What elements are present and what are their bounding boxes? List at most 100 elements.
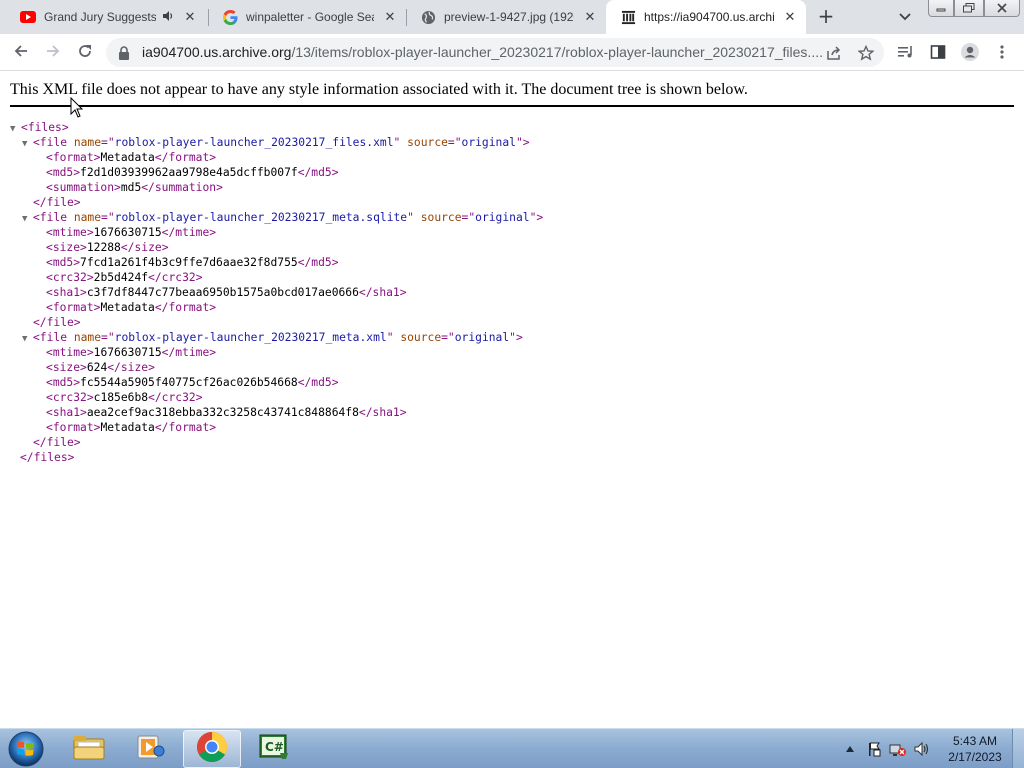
xml-tag: < [46,166,53,179]
close-tab-icon[interactable]: ✕ [782,9,798,25]
xml-tag-name: sha1 [372,406,400,419]
reload-icon [77,43,93,63]
taskbar-file-explorer[interactable] [60,730,118,768]
xml-style-notice: This XML file does not appear to have an… [10,81,1014,107]
xml-tag: > [209,346,217,359]
close-tab-icon[interactable]: ✕ [182,9,198,25]
xml-tag: =" [101,211,115,224]
xml-tag: > [80,286,87,299]
xml-tag: =" [447,136,462,149]
xml-tag: > [80,406,87,419]
xml-attr-value-source: original [475,211,530,224]
xml-attr-name: source [407,136,448,149]
tab-search-icon[interactable] [896,7,914,25]
volume-icon[interactable] [912,739,932,759]
xml-file-element[interactable]: ▼ <file name="roblox-player-launcher_2023… [10,135,543,150]
xml-file-close: </file> [10,195,543,210]
back-button[interactable] [8,40,34,66]
action-center-flag-icon[interactable] [864,739,884,759]
speaker-icon[interactable] [162,10,174,25]
xml-tag: <file [33,136,74,149]
xml-tag: =" [101,331,115,344]
xml-tag: > [331,166,339,179]
chrome-icon [196,731,228,767]
xml-tag-name: mtime [175,226,210,239]
xml-tag: =" [441,331,455,344]
start-button[interactable] [6,730,46,768]
globe-icon [420,9,436,25]
xml-child-element: <crc32>c185e6b8</crc32> [10,390,543,405]
show-desktop-button[interactable] [1012,729,1024,768]
network-error-icon[interactable] [888,739,908,759]
xml-tag-name: sha1 [52,286,81,299]
xml-tag: < [46,406,53,419]
xml-tag: > [86,226,94,239]
xml-attr-name: source [400,331,442,344]
media-control-icon[interactable] [896,42,916,62]
clock-date: 2/17/2023 [948,750,1002,764]
xml-tag: <file [33,211,74,224]
xml-tag-name: size [120,361,149,374]
tab-preview-image[interactable]: preview-1-9427.jpg (1920 ✕ [406,0,606,34]
xml-root-close: </files> [10,450,543,465]
side-panel-icon[interactable] [928,42,948,62]
kebab-menu-icon[interactable] [992,42,1012,62]
xml-tag: < [46,286,53,299]
xml-text-value: aea2cef9ac318ebba332c3258c43741c848864f8 [86,406,359,419]
xml-text-value: 2b5d424f [93,271,149,284]
xml-tag: " [393,136,408,149]
taskbar-media-player[interactable] [121,730,179,768]
xml-tag-name: md5 [311,256,332,269]
xml-tag: > [73,376,81,389]
reload-button[interactable] [72,40,98,66]
lock-icon[interactable] [118,45,132,60]
forward-button[interactable] [40,40,66,66]
xml-attr-name: name [73,136,102,149]
xml-tag: </ [120,241,135,254]
taskbar-clock[interactable]: 5:43 AM 2/17/2023 [940,733,1010,765]
xml-child-element: <crc32>2b5d424f</crc32> [10,270,543,285]
xml-tag-name: format [52,301,94,314]
close-tab-icon[interactable]: ✕ [382,9,398,25]
xml-tag: > [86,346,94,359]
xml-attr-value-name: roblox-player-launcher_20230217_files.xm… [114,136,394,149]
close-tab-icon[interactable]: ✕ [582,9,598,25]
xml-text-value: 7fcd1a261f4b3c9ffe7d6aae32f8d755 [80,256,298,269]
xml-child-element: <format>Metadata</format> [10,150,543,165]
xml-tag: > [331,256,339,269]
media-player-icon [135,733,165,765]
restore-button[interactable] [954,0,984,17]
profile-avatar-icon[interactable] [960,42,980,62]
taskbar-csharp-app[interactable]: C# [245,730,303,768]
minimize-button[interactable] [928,0,954,17]
xml-root-tag-name: files [33,451,68,464]
system-tray [840,729,936,768]
xml-file-element[interactable]: ▼ <file name="roblox-player-launcher_2023… [10,210,543,225]
xml-tag: > [209,301,217,314]
xml-text-value: Metadata [100,151,155,164]
xml-tag: "> [529,211,544,224]
close-window-button[interactable] [984,0,1020,17]
show-hidden-icons-icon[interactable] [840,739,860,759]
tab-youtube[interactable]: Grand Jury Suggests ✕ [6,0,206,34]
xml-text-value: c185e6b8 [93,391,149,404]
xml-text-value: 12288 [86,241,121,254]
share-icon[interactable] [824,43,844,63]
address-bar[interactable]: ia904700.us.archive.org/13/items/roblox-… [106,38,884,67]
browser-toolbar: ia904700.us.archive.org/13/items/roblox-… [0,34,1024,71]
tab-google-search[interactable]: winpaletter - Google Sear ✕ [208,0,406,34]
xml-file-element[interactable]: ▼ <file name="roblox-player-launcher_2023… [10,330,543,345]
tab-archive-active[interactable]: https://ia904700.us.archiv ✕ [606,0,806,34]
xml-tag: < [46,256,53,269]
url-text[interactable]: ia904700.us.archive.org/13/items/roblox-… [142,44,823,60]
new-tab-button[interactable]: + [814,5,838,29]
taskbar-chrome[interactable] [183,730,241,768]
xml-file-close: </file> [10,435,543,450]
xml-child-element: <md5>fc5544a5905f40775cf26ac026b54668</m… [10,375,543,390]
bookmark-star-icon[interactable] [856,43,876,63]
xml-tag: > [67,451,75,464]
clock-time: 5:43 AM [952,734,998,748]
xml-attr-name: source [420,211,462,224]
xml-root-open[interactable]: ▼ <files> [10,120,543,135]
xml-tag-name: mtime [175,346,210,359]
